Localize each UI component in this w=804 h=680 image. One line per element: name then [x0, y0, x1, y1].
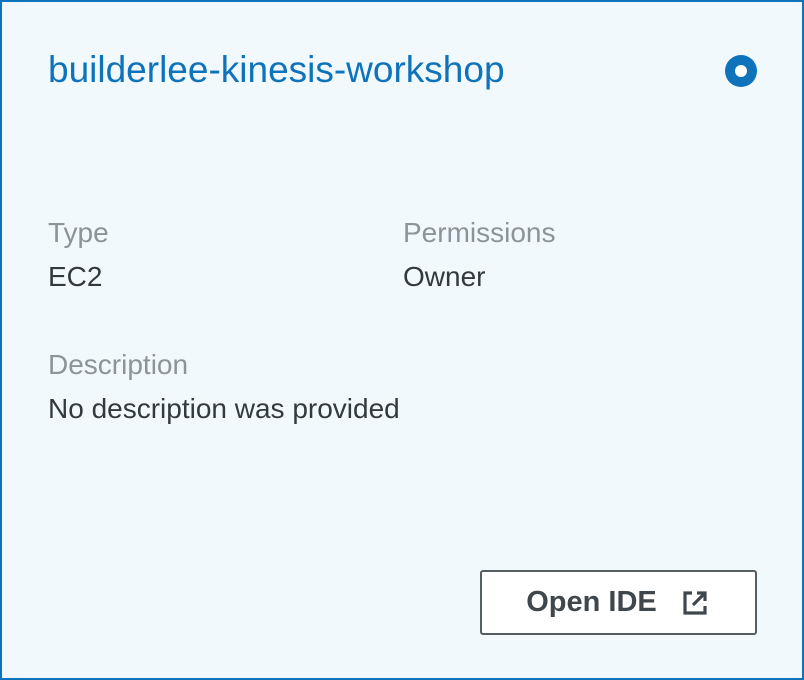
description-value: No description was provided: [48, 393, 400, 424]
permissions-value: Owner: [403, 261, 486, 292]
type-value: EC2: [48, 261, 103, 292]
radio-dot: [735, 65, 747, 77]
selected-radio-icon[interactable]: [725, 55, 757, 87]
open-ide-button[interactable]: Open IDE: [480, 570, 757, 635]
permissions-label: Permissions: [403, 217, 556, 248]
environment-title[interactable]: builderlee-kinesis-workshop: [48, 48, 505, 92]
description-label: Description: [48, 349, 189, 380]
type-label: Type: [48, 217, 109, 248]
environment-card[interactable]: builderlee-kinesis-workshop Type EC2 Per…: [0, 0, 804, 680]
external-link-icon: [683, 590, 707, 615]
open-ide-label: Open IDE: [526, 586, 657, 618]
